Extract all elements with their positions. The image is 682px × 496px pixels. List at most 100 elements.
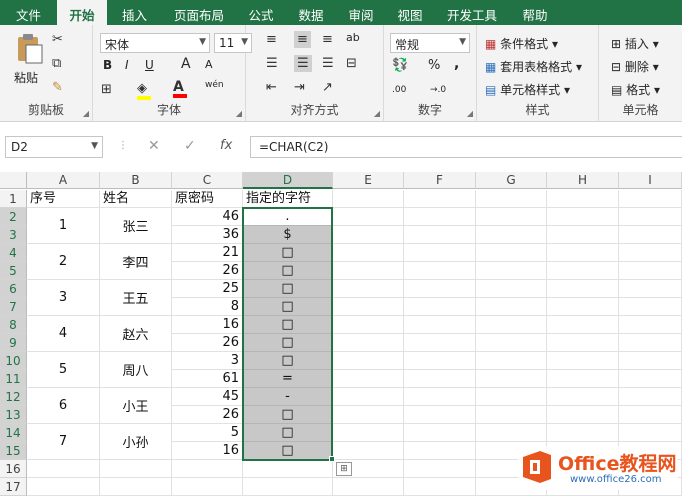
clipboard-launcher-icon[interactable]: ◢	[83, 109, 89, 118]
cell[interactable]	[619, 190, 682, 208]
merged-cell-name[interactable]: 小王	[100, 388, 172, 424]
decrease-decimal-button[interactable]: →.0	[430, 85, 446, 95]
cell[interactable]	[547, 406, 619, 424]
comma-button[interactable]: ,	[454, 56, 459, 72]
row-header-10[interactable]: 10	[0, 352, 27, 370]
grow-font-button[interactable]: A	[181, 56, 191, 72]
cell[interactable]	[547, 280, 619, 298]
cut-icon[interactable]: ✂	[52, 33, 63, 46]
char-cell[interactable]: -	[243, 388, 332, 406]
cell[interactable]	[476, 190, 547, 208]
cell[interactable]	[100, 460, 172, 478]
header-cell-b[interactable]: 姓名	[100, 190, 172, 208]
cell[interactable]	[404, 298, 476, 316]
cell[interactable]	[476, 298, 547, 316]
cell[interactable]	[619, 244, 682, 262]
paste-button[interactable]: 粘贴	[14, 69, 38, 86]
cell[interactable]	[333, 244, 404, 262]
column-header-c[interactable]: C	[172, 172, 243, 189]
row-header-11[interactable]: 11	[0, 370, 27, 388]
code-cell[interactable]: 45	[172, 388, 243, 406]
cell[interactable]	[619, 316, 682, 334]
code-cell[interactable]: 26	[172, 406, 243, 424]
cell[interactable]	[476, 316, 547, 334]
row-header-8[interactable]: 8	[0, 316, 27, 334]
cell[interactable]	[333, 208, 404, 226]
align-right-icon[interactable]: ☰	[322, 57, 334, 70]
cell[interactable]	[333, 370, 404, 388]
merged-cell-name[interactable]: 王五	[100, 280, 172, 316]
column-header-i[interactable]: I	[619, 172, 682, 189]
cell[interactable]	[27, 460, 100, 478]
tab-insert[interactable]: 插入	[107, 0, 162, 25]
merged-cell-name[interactable]: 李四	[100, 244, 172, 280]
font-launcher-icon[interactable]: ◢	[236, 109, 242, 118]
cell[interactable]	[619, 280, 682, 298]
cell[interactable]	[476, 424, 547, 442]
char-cell[interactable]: □	[243, 334, 332, 352]
conditional-format-button[interactable]: ▦ 条件格式 ▾	[485, 35, 558, 52]
column-header-e[interactable]: E	[333, 172, 404, 189]
cell[interactable]	[476, 406, 547, 424]
tab-file[interactable]: 文件	[0, 0, 57, 25]
middle-align-icon[interactable]: ≡	[294, 31, 311, 48]
char-cell[interactable]: □	[243, 442, 332, 460]
row-header-1[interactable]: 1	[0, 190, 27, 208]
row-header-12[interactable]: 12	[0, 388, 27, 406]
cell[interactable]	[547, 190, 619, 208]
insert-cells-button[interactable]: ⊞ 插入 ▾	[611, 35, 659, 52]
merged-cell-name[interactable]: 周八	[100, 352, 172, 388]
cell[interactable]	[243, 478, 333, 496]
underline-button[interactable]: U	[145, 58, 154, 72]
fill-color-icon[interactable]: ◈	[137, 82, 151, 100]
row-header-15[interactable]: 15	[0, 442, 27, 460]
cell[interactable]	[333, 280, 404, 298]
merged-cell-no[interactable]: 4	[27, 316, 100, 352]
char-cell[interactable]: □	[243, 424, 332, 442]
currency-icon[interactable]: 💱	[392, 59, 408, 72]
italic-button[interactable]: I	[125, 58, 129, 72]
merge-center-icon[interactable]: ⊟	[346, 57, 357, 70]
cell[interactable]	[404, 316, 476, 334]
cell[interactable]	[333, 442, 404, 460]
row-header-7[interactable]: 7	[0, 298, 27, 316]
cell[interactable]	[619, 334, 682, 352]
cell[interactable]	[333, 388, 404, 406]
name-box[interactable]: D2 ▼	[5, 136, 103, 158]
bold-button[interactable]: B	[103, 58, 112, 72]
char-cell[interactable]: □	[243, 316, 332, 334]
delete-cells-button[interactable]: ⊟ 删除 ▾	[611, 58, 659, 75]
format-painter-icon[interactable]: ✎	[52, 81, 63, 94]
column-header-d[interactable]: D	[243, 172, 333, 189]
merged-cell-name[interactable]: 张三	[100, 208, 172, 244]
cell[interactable]	[619, 424, 682, 442]
cell[interactable]	[404, 244, 476, 262]
char-cell[interactable]: □	[243, 298, 332, 316]
cell[interactable]	[476, 208, 547, 226]
cell[interactable]	[333, 478, 404, 496]
code-cell[interactable]: 3	[172, 352, 243, 370]
char-cell[interactable]: □	[243, 244, 332, 262]
cell[interactable]	[404, 370, 476, 388]
cell[interactable]	[404, 424, 476, 442]
font-color-icon[interactable]: A	[173, 80, 187, 98]
cell[interactable]	[619, 370, 682, 388]
cell[interactable]	[619, 226, 682, 244]
cell[interactable]	[547, 262, 619, 280]
row-header-14[interactable]: 14	[0, 424, 27, 442]
code-cell[interactable]: 46	[172, 208, 243, 226]
cell[interactable]	[333, 406, 404, 424]
merged-cell-no[interactable]: 2	[27, 244, 100, 280]
cell[interactable]	[619, 388, 682, 406]
cell[interactable]	[404, 280, 476, 298]
tab-review[interactable]: 审阅	[336, 0, 386, 25]
cell[interactable]	[333, 424, 404, 442]
cell[interactable]	[404, 208, 476, 226]
enter-icon[interactable]: ✓	[184, 138, 196, 154]
row-header-4[interactable]: 4	[0, 244, 27, 262]
column-header-a[interactable]: A	[27, 172, 100, 189]
cell[interactable]	[476, 262, 547, 280]
cell[interactable]	[476, 388, 547, 406]
cell[interactable]	[404, 460, 476, 478]
paste-icon[interactable]	[14, 33, 44, 64]
